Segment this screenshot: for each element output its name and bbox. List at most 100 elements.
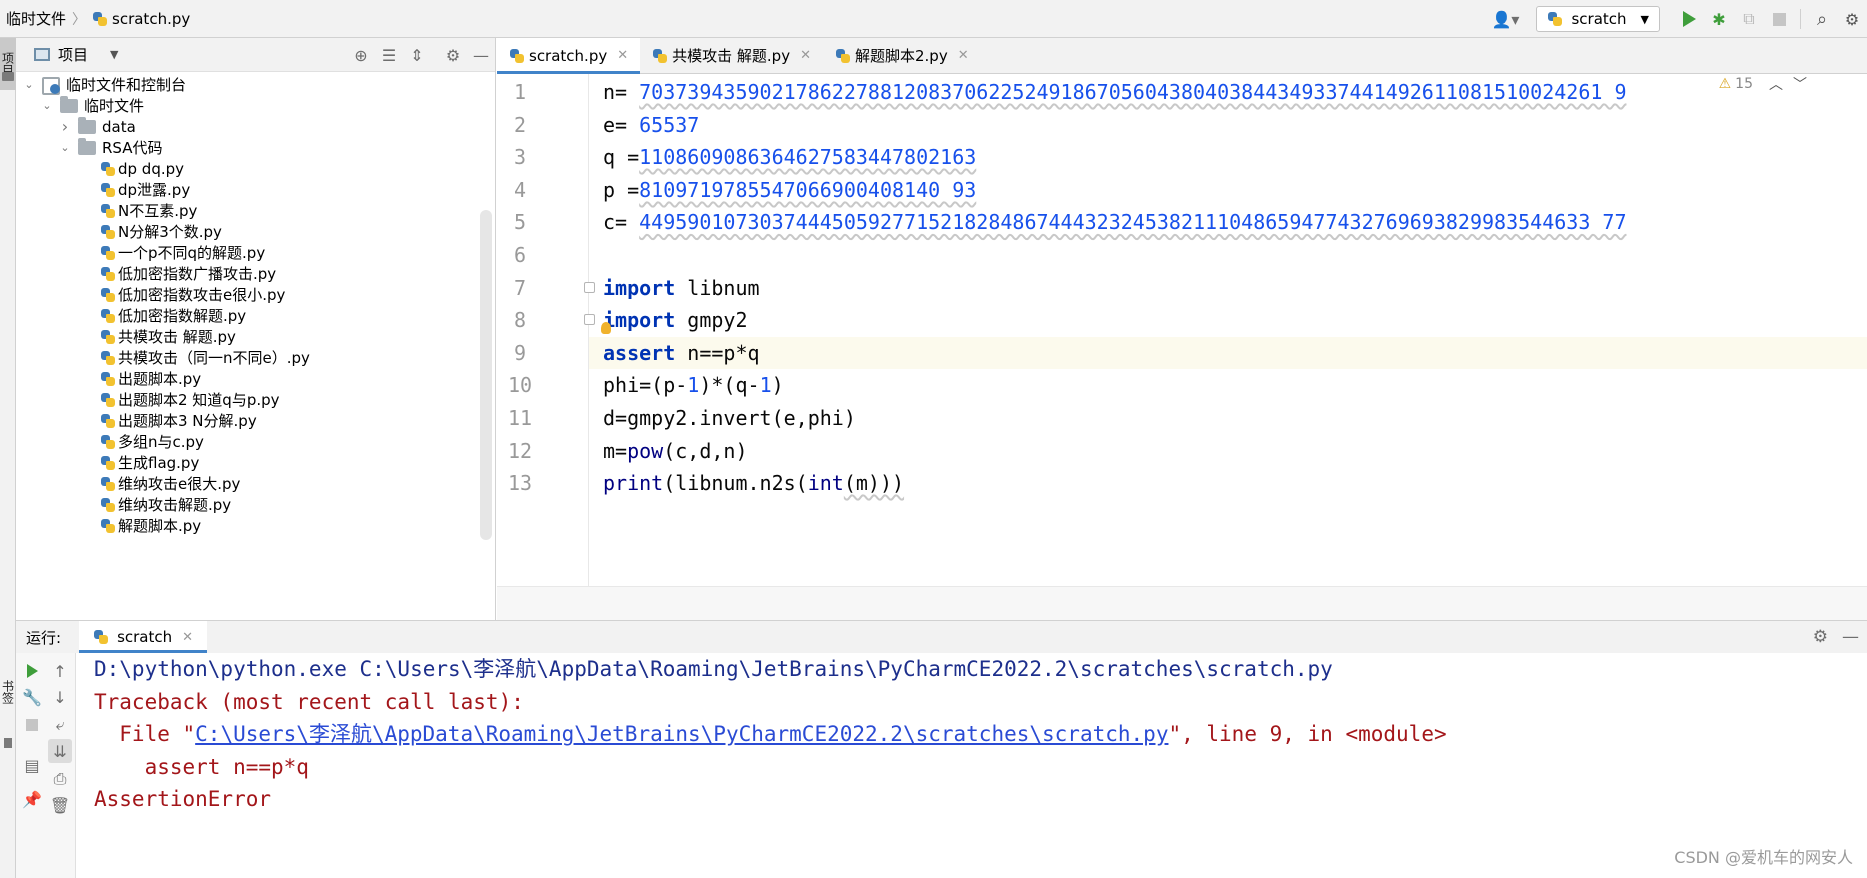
hide-panel-icon[interactable]: — — [1842, 627, 1859, 647]
tree-item-label: 低加密指数攻击e很小.py — [118, 286, 286, 304]
tree-item-label: 一个p不同q的解题.py — [118, 244, 266, 262]
traceback-file-link[interactable]: C:\Users\李泽航\AppData\Roaming\JetBrains\P… — [195, 722, 1168, 746]
soft-wrap-icon[interactable]: ⤶ — [48, 713, 72, 737]
scroll-down-icon[interactable]: ↓ — [48, 685, 72, 709]
python-file-icon — [1547, 11, 1563, 27]
code-line[interactable]: c= 4495901073037444505927715218284867444… — [589, 206, 1867, 239]
rerun-button[interactable] — [20, 659, 44, 683]
console-output[interactable]: D:\python\python.exe C:\Users\李泽航\AppDat… — [76, 653, 1867, 878]
line-number: 8 — [513, 308, 527, 333]
run-configuration-label: scratch — [1571, 10, 1627, 28]
expand-all-icon[interactable]: ☰ — [375, 46, 403, 65]
tree-item-label: N不互素.py — [118, 202, 198, 220]
project-tool-tab[interactable]: 项目 — [0, 38, 16, 90]
code-line[interactable]: e= 65537 — [589, 109, 1867, 142]
code-line[interactable]: m=pow(c,d,n) — [589, 435, 1867, 468]
run-button[interactable] — [1676, 6, 1702, 32]
scroll-up-icon[interactable]: ↑ — [48, 659, 72, 683]
console-line: AssertionError — [94, 787, 272, 811]
editor-tab[interactable]: 解题脚本2.py ✕ — [823, 38, 981, 73]
chevron-down-icon[interactable]: ⌄ — [22, 78, 36, 91]
line-number: 7 — [513, 275, 527, 300]
code-line[interactable]: d=gmpy2.invert(e,phi) — [589, 402, 1867, 435]
code-token: libnum — [675, 275, 760, 300]
code-line[interactable]: phi=(p-1)*(q-1) — [589, 369, 1867, 402]
tree-item-label: 维纳攻击解题.py — [118, 496, 232, 514]
pin-icon[interactable]: 📌 — [20, 787, 44, 811]
project-tree-scrollbar[interactable] — [480, 210, 492, 540]
run-settings-gear-icon[interactable]: ⚙ — [1813, 627, 1828, 647]
collapse-all-icon[interactable]: ⇕ — [403, 46, 431, 65]
code-line[interactable]: assert n==p*q — [589, 336, 1867, 370]
close-icon[interactable]: ✕ — [182, 630, 193, 645]
code-line[interactable]: q =1108609086364627583447802163 — [589, 141, 1867, 174]
code-content[interactable]: ⚠ 15 ︿ ﹀ n= 7037394359021786227881208370… — [589, 74, 1867, 586]
print-icon[interactable]: ⎙ — [48, 767, 72, 791]
project-tree: ⌄ 临时文件和控制台 ⌄ 临时文件 › data ⌄ RSA代码 dp dq.py dp泄露.py… — [16, 72, 478, 620]
python-file-icon — [100, 224, 116, 240]
stop-button[interactable] — [1766, 6, 1792, 32]
line-number: 3 — [513, 145, 527, 170]
search-icon[interactable]: ⌕ — [1809, 6, 1835, 32]
code-line[interactable]: n= 7037394359021786227881208370622524918… — [589, 76, 1867, 109]
code-line[interactable]: import libnum — [589, 272, 1867, 305]
chevron-down-icon[interactable]: ⌄ — [58, 141, 72, 154]
code-token: 1 — [687, 373, 700, 398]
python-file-icon — [100, 161, 116, 177]
bookmarks-tool-tab[interactable]: 书签 — [0, 670, 16, 714]
line-number: 1 — [513, 80, 527, 104]
locate-file-icon[interactable]: ⊕ — [347, 46, 375, 65]
chevron-down-icon: ▼ — [1640, 12, 1649, 26]
code-token: (libnum.n2s( — [663, 471, 808, 496]
folder-icon — [78, 116, 96, 134]
line-number: 10 — [507, 373, 533, 398]
debug-button[interactable]: ✱ — [1706, 6, 1732, 32]
folder-icon — [2, 72, 14, 81]
settings-icon[interactable]: ⚙ — [1839, 6, 1865, 32]
python-file-icon — [100, 455, 116, 471]
editor-tab[interactable]: 共模攻击 解题.py ✕ — [640, 38, 823, 73]
stop-icon[interactable] — [20, 713, 44, 737]
python-file-icon — [100, 392, 116, 408]
chevron-down-icon[interactable]: ⌄ — [40, 99, 54, 112]
layout-icon[interactable]: ▤ — [20, 753, 44, 777]
tree-item-label: 出题脚本.py — [118, 370, 202, 388]
tree-item-label: 低加密指数解题.py — [118, 307, 247, 325]
close-icon[interactable]: ✕ — [958, 48, 969, 63]
tree-item-label: 共模攻击 解题.py — [118, 328, 236, 346]
breadcrumb-root[interactable]: 临时文件 — [6, 8, 66, 29]
editor-tab[interactable]: scratch.py ✕ — [497, 38, 641, 74]
close-icon[interactable]: ✕ — [800, 48, 811, 63]
chevron-down-icon[interactable]: ▼ — [110, 48, 118, 61]
console-line: File "C:\Users\李泽航\AppData\Roaming\JetBr… — [94, 718, 1446, 751]
scroll-to-end-icon[interactable]: ⇊ — [48, 739, 72, 763]
tree-item-label: dp泄露.py — [118, 181, 191, 199]
code-line[interactable]: import gmpy2 — [589, 304, 1867, 337]
chevron-right-icon[interactable]: › — [58, 117, 72, 136]
hide-panel-icon[interactable]: — — [467, 46, 495, 65]
run-icon — [1682, 11, 1696, 27]
editor-tab-label: 共模攻击 解题.py — [672, 47, 791, 65]
run-tab-scratch[interactable]: scratch ✕ — [79, 621, 208, 653]
coverage-button[interactable]: ⧉ — [1736, 6, 1762, 32]
wrench-icon[interactable]: 🔧 — [20, 685, 44, 709]
run-configuration-selector[interactable]: scratch ▼ — [1536, 6, 1660, 32]
tree-item-label: 维纳攻击e很大.py — [118, 475, 241, 493]
close-icon[interactable]: ✕ — [617, 48, 628, 63]
line-number: 4 — [513, 177, 527, 202]
tree-item-label: dp dq.py — [118, 159, 185, 178]
code-line[interactable]: print(libnum.n2s(int(m))) — [589, 467, 1867, 500]
code-token: (c,d,n) — [663, 438, 748, 463]
code-line[interactable]: p =8109719785547066900408140 93 — [589, 174, 1867, 207]
tree-file-item[interactable]: 解题脚本.py — [100, 513, 201, 538]
trash-icon[interactable]: 🗑 — [48, 793, 72, 817]
code-line[interactable] — [589, 239, 1867, 272]
project-panel-title[interactable]: 项目 — [58, 44, 88, 65]
options-gear-icon[interactable]: ⚙ — [439, 46, 467, 65]
folder-icon — [78, 137, 96, 155]
user-account-icon[interactable]: 👤▾ — [1488, 6, 1522, 32]
intention-bulb-icon[interactable] — [601, 322, 611, 335]
breadcrumb-file[interactable]: scratch.py — [112, 10, 190, 28]
python-file-icon — [100, 203, 116, 219]
run-panel-header: 运行: scratch ✕ ⚙ — — [16, 621, 1867, 653]
